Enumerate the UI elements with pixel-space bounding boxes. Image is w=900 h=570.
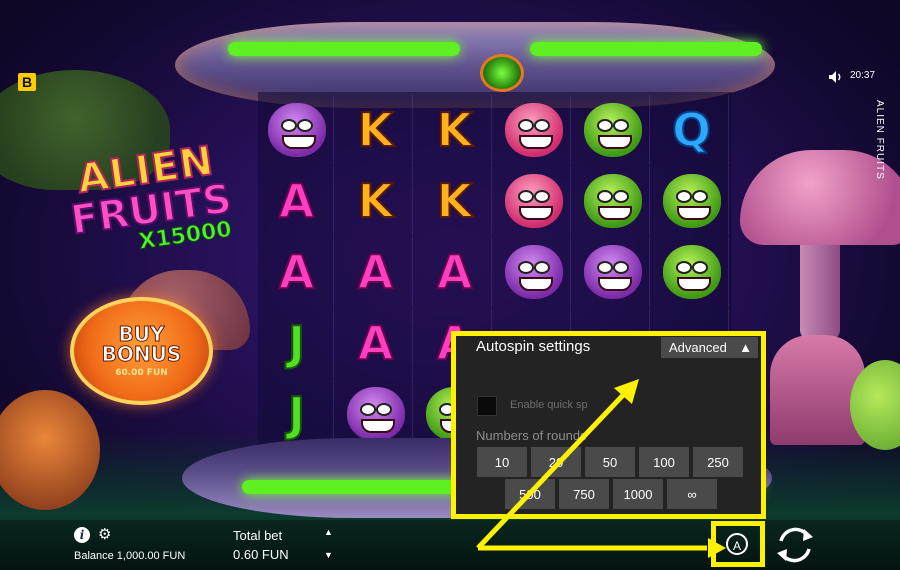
symbol-k: K: [436, 173, 474, 229]
pink-alien-fruit-icon: [504, 174, 563, 228]
reel-cell: [497, 166, 571, 236]
right-mushroom-stem: [800, 230, 840, 340]
reel-cell: [655, 237, 729, 307]
symbol-a: A: [436, 244, 474, 300]
reel-cell: A: [418, 237, 492, 307]
purple-alien-fruit-icon: [267, 103, 326, 157]
reel-cell: K: [418, 166, 492, 236]
rounds-option-50[interactable]: 50: [585, 447, 635, 477]
symbol-j: J: [287, 386, 306, 442]
sound-icon[interactable]: [828, 70, 844, 84]
reel-cell: A: [339, 237, 413, 307]
pink-alien-fruit-icon: [504, 103, 563, 157]
ufo-light-left: [228, 42, 460, 56]
symbol-j: J: [287, 315, 306, 371]
quick-spin-label: Enable quick sp: [510, 399, 588, 411]
reel-cell: [576, 166, 650, 236]
symbol-k: K: [436, 102, 474, 158]
autospin-settings-title: Autospin settings: [476, 338, 591, 355]
ufo-light-right: [530, 42, 762, 56]
reel-cell: [576, 237, 650, 307]
symbol-a: A: [278, 173, 316, 229]
green-alien-fruit-icon: [662, 174, 721, 228]
advanced-label: Advanced: [669, 340, 727, 355]
purple-alien-fruit-icon: [346, 387, 405, 441]
symbol-a: A: [357, 315, 395, 371]
buy-bonus-price: 60.00 FUN: [115, 368, 168, 378]
spin-button[interactable]: [772, 522, 818, 568]
buy-bonus-line-1: BUY: [118, 322, 165, 346]
reel-cell: K: [339, 95, 413, 165]
quick-spin-checkbox[interactable]: [477, 396, 497, 416]
bet-increase-icon[interactable]: ▲: [324, 527, 333, 537]
symbol-a: A: [278, 244, 316, 300]
rounds-option-infinite[interactable]: ∞: [667, 479, 717, 509]
bottom-bar: [0, 520, 900, 570]
reel-cell: K: [339, 166, 413, 236]
reel-cell: K: [418, 95, 492, 165]
brand-badge: B: [18, 73, 36, 91]
green-alien-fruit-icon: [662, 245, 721, 299]
rounds-option-1000[interactable]: 1000: [613, 479, 663, 509]
total-bet-value: 0.60 FUN: [233, 547, 289, 562]
reel-cell: [497, 95, 571, 165]
symbol-a: A: [357, 244, 395, 300]
rounds-option-500[interactable]: 500: [505, 479, 555, 509]
info-icon[interactable]: i: [74, 527, 90, 543]
reel-cell: [260, 95, 334, 165]
reel-cell: [655, 166, 729, 236]
balance: Balance 1,000.00 FUN: [74, 550, 186, 562]
symbol-q: Q: [671, 102, 712, 158]
green-alien-fruit-icon: [583, 103, 642, 157]
clock: 20:37: [850, 70, 876, 81]
purple-alien-fruit-icon: [504, 245, 563, 299]
reel-cell: J: [260, 308, 334, 378]
buy-bonus-line-2: BONUS: [101, 342, 182, 366]
game-title-vertical: ALIEN FRUITS: [874, 100, 885, 180]
reel-cell: Q: [655, 95, 729, 165]
rounds-label: Numbers of rounds: [476, 428, 587, 443]
rounds-option-750[interactable]: 750: [559, 479, 609, 509]
rounds-option-10[interactable]: 10: [477, 447, 527, 477]
advanced-toggle-button[interactable]: Advanced ▲: [661, 337, 758, 358]
chevron-up-icon: ▲: [739, 340, 752, 355]
reel-cell: A: [260, 166, 334, 236]
buy-bonus-button[interactable]: BUY BONUS 60.00 FUN: [70, 297, 213, 405]
rounds-option-20[interactable]: 20: [531, 447, 581, 477]
gear-icon[interactable]: ⚙: [98, 527, 111, 543]
rounds-option-250[interactable]: 250: [693, 447, 743, 477]
autospin-button[interactable]: A: [726, 533, 748, 555]
symbol-k: K: [357, 102, 395, 158]
reel-cell: [497, 237, 571, 307]
bet-decrease-icon[interactable]: ▼: [324, 550, 333, 560]
ufo-eye-icon: [480, 54, 524, 92]
total-bet-label: Total bet: [233, 528, 283, 543]
reel-cell: [576, 95, 650, 165]
purple-alien-fruit-icon: [583, 245, 642, 299]
reel-cell: A: [339, 308, 413, 378]
symbol-k: K: [357, 173, 395, 229]
rounds-option-100[interactable]: 100: [639, 447, 689, 477]
green-alien-fruit-icon: [583, 174, 642, 228]
reel-cell: A: [260, 237, 334, 307]
